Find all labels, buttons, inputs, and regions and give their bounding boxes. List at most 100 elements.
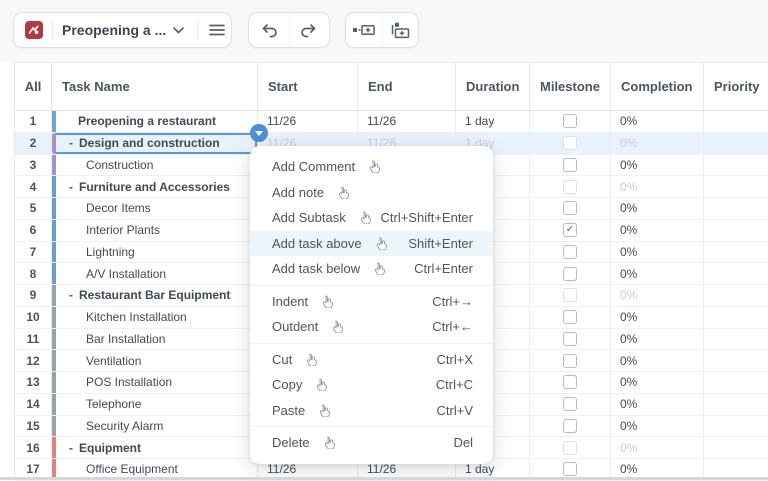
collapse-icon[interactable]: -: [69, 288, 73, 302]
milestone-checkbox[interactable]: [563, 179, 577, 194]
chevron-down-icon[interactable]: [173, 26, 185, 34]
priority-cell[interactable]: [704, 132, 768, 154]
completion-cell[interactable]: 0%: [611, 219, 704, 241]
context-menu-item[interactable]: Add task above Shift+Enter: [250, 230, 493, 256]
completion-cell[interactable]: 0%: [611, 350, 704, 371]
context-menu-item[interactable]: Add task below Ctrl+Enter: [250, 256, 493, 282]
context-menu-item[interactable]: Outdent Ctrl+←: [250, 314, 493, 340]
milestone-cell[interactable]: [530, 306, 611, 328]
milestone-cell[interactable]: [530, 393, 611, 415]
milestone-checkbox[interactable]: [563, 157, 577, 172]
milestone-cell[interactable]: [530, 198, 611, 219]
context-menu-item[interactable]: Copy Ctrl+C: [250, 372, 493, 398]
milestone-cell[interactable]: [530, 437, 611, 458]
priority-cell[interactable]: [704, 176, 768, 197]
context-menu-item[interactable]: Add Comment: [250, 154, 493, 180]
completion-cell[interactable]: 0%: [611, 263, 704, 284]
completion-cell[interactable]: 0%: [611, 415, 704, 437]
milestone-checkbox[interactable]: [563, 331, 577, 346]
undo-button[interactable]: [249, 13, 289, 47]
column-header-milestone[interactable]: Milestone: [530, 63, 611, 110]
column-header-duration[interactable]: Duration: [456, 63, 530, 110]
completion-cell[interactable]: 0%: [611, 393, 704, 415]
completion-cell[interactable]: 0%: [611, 132, 704, 154]
task-name-cell[interactable]: - Design and construction: [52, 132, 258, 154]
duration-cell[interactable]: 1 day: [456, 111, 530, 132]
context-menu-item[interactable]: Indent Ctrl+→: [250, 289, 493, 315]
priority-cell[interactable]: [704, 329, 768, 350]
collapse-icon[interactable]: -: [69, 180, 73, 194]
task-name-cell[interactable]: Kitchen Installation: [52, 306, 258, 328]
milestone-checkbox[interactable]: [563, 114, 577, 129]
completion-cell[interactable]: 0%: [611, 306, 704, 328]
priority-cell[interactable]: [704, 242, 768, 263]
milestone-cell[interactable]: [530, 154, 611, 176]
milestone-cell[interactable]: [530, 176, 611, 197]
milestone-cell[interactable]: [530, 350, 611, 371]
project-menu-icon[interactable]: [209, 24, 226, 36]
milestone-cell[interactable]: [530, 372, 611, 393]
priority-cell[interactable]: [704, 285, 768, 306]
milestone-cell[interactable]: ✓: [530, 219, 611, 241]
completion-cell[interactable]: 0%: [611, 111, 704, 132]
collapse-icon[interactable]: -: [69, 441, 73, 455]
priority-cell[interactable]: [704, 394, 768, 415]
column-header-end[interactable]: End: [358, 63, 456, 110]
milestone-cell[interactable]: [530, 241, 611, 263]
priority-cell[interactable]: [704, 198, 768, 219]
task-name-cell[interactable]: - Furniture and Accessories: [52, 176, 258, 197]
add-task-icon[interactable]: [346, 13, 382, 47]
milestone-checkbox[interactable]: [563, 244, 577, 259]
milestone-checkbox[interactable]: [563, 375, 577, 390]
milestone-checkbox[interactable]: [563, 266, 577, 281]
milestone-cell[interactable]: [530, 132, 611, 154]
milestone-checkbox[interactable]: [563, 201, 577, 216]
milestone-checkbox[interactable]: [563, 462, 577, 477]
priority-cell[interactable]: [704, 437, 768, 458]
milestone-checkbox[interactable]: [563, 440, 577, 455]
completion-cell[interactable]: 0%: [611, 285, 704, 306]
table-row[interactable]: 1 Preopening a restaurant 11/26 11/26 1 …: [15, 111, 768, 133]
milestone-cell[interactable]: [530, 415, 611, 437]
context-menu-item[interactable]: Paste Ctrl+V: [250, 398, 493, 424]
row-dropdown-button[interactable]: [250, 124, 268, 142]
project-title[interactable]: Preopening a ...: [62, 22, 166, 38]
task-name-cell[interactable]: Lightning: [52, 241, 258, 263]
milestone-checkbox[interactable]: [563, 397, 577, 412]
context-menu-item[interactable]: Add Subtask Ctrl+Shift+Enter: [250, 205, 493, 231]
task-name-cell[interactable]: Interior Plants: [52, 219, 258, 241]
completion-cell[interactable]: 0%: [611, 241, 704, 263]
task-name-cell[interactable]: Telephone: [52, 393, 258, 415]
milestone-cell[interactable]: [530, 285, 611, 306]
task-name-cell[interactable]: Security Alarm: [52, 415, 258, 437]
start-cell[interactable]: 11/26: [258, 111, 358, 132]
add-subtask-icon[interactable]: [381, 13, 419, 47]
priority-cell[interactable]: [704, 350, 768, 371]
task-name-cell[interactable]: Ventilation: [52, 350, 258, 371]
priority-cell[interactable]: [704, 307, 768, 328]
column-header-task-name[interactable]: Task Name: [52, 63, 258, 110]
milestone-checkbox[interactable]: [563, 288, 577, 303]
priority-cell[interactable]: [704, 416, 768, 437]
priority-cell[interactable]: [704, 263, 768, 284]
task-name-cell[interactable]: A/V Installation: [52, 263, 258, 284]
context-menu-item[interactable]: Cut Ctrl+X: [250, 347, 493, 373]
milestone-checkbox[interactable]: [563, 310, 577, 325]
priority-cell[interactable]: [704, 220, 768, 241]
column-header-priority[interactable]: Priority: [704, 63, 768, 110]
completion-cell[interactable]: 0%: [611, 198, 704, 219]
task-name-cell[interactable]: Decor Items: [52, 198, 258, 219]
task-name-cell[interactable]: Preopening a restaurant: [52, 111, 258, 132]
priority-cell[interactable]: [704, 372, 768, 393]
task-name-cell[interactable]: - Restaurant Bar Equipment: [52, 285, 258, 306]
completion-cell[interactable]: 0%: [611, 437, 704, 458]
task-name-cell[interactable]: - Equipment: [52, 437, 258, 458]
end-cell[interactable]: 11/26: [358, 111, 456, 132]
priority-cell[interactable]: [704, 111, 768, 132]
priority-cell[interactable]: [704, 155, 768, 176]
milestone-checkbox[interactable]: [563, 418, 577, 433]
milestone-checkbox[interactable]: [563, 136, 577, 151]
column-header-all[interactable]: All: [15, 63, 52, 110]
redo-button[interactable]: [288, 13, 330, 47]
completion-cell[interactable]: 0%: [611, 328, 704, 350]
